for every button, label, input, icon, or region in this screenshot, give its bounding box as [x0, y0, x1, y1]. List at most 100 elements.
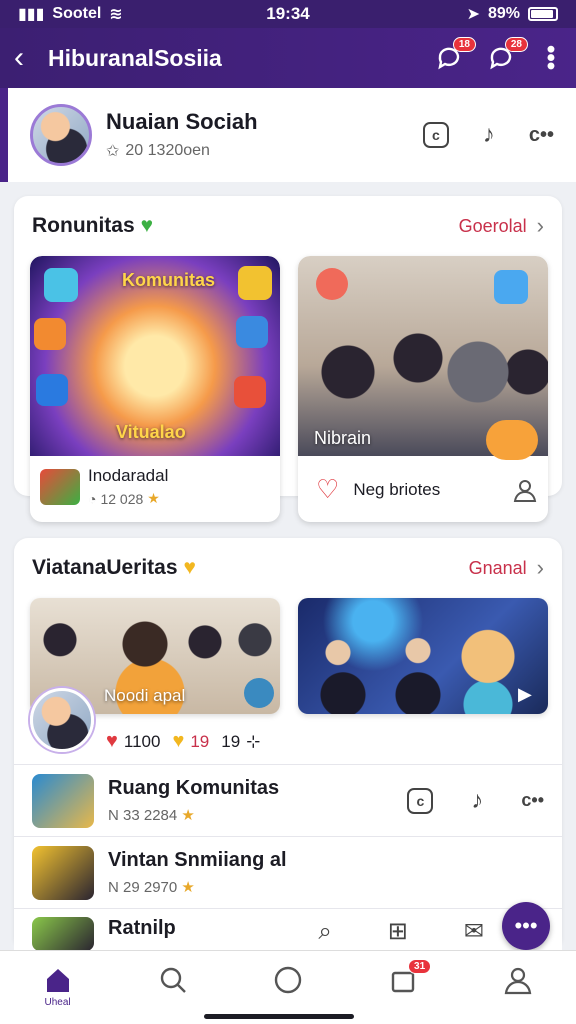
list-title: Ruang Komunitas [108, 777, 280, 799]
notification-badge: 28 [504, 37, 528, 52]
community-card[interactable]: Komunitas Vitualao Inodaradal ◔ 12 028 ★ [30, 256, 280, 522]
list-title: Ratnilp [108, 917, 176, 939]
more-options-icon[interactable]: c•• [521, 790, 544, 811]
community-title: Inodaradal [88, 466, 169, 485]
chevron-right-icon: › [536, 213, 544, 238]
clock-icon: ◔ [88, 490, 97, 507]
nav-profile[interactable] [478, 965, 558, 995]
list-meta-row: N 29 2970 ★ [108, 878, 544, 896]
book-icon[interactable]: ⊞ [388, 917, 408, 946]
list-meta-row: N 33 2284 ★ [108, 806, 407, 824]
card-action-label: Neg briotes [353, 479, 441, 499]
see-all-link[interactable]: Goerolal › [459, 213, 544, 239]
green-heart-icon: ♥ [140, 214, 154, 237]
media-card[interactable]: ▶ [298, 598, 548, 714]
smile-count: 19 [190, 731, 210, 751]
bottom-nav: Uheal 31 [0, 950, 576, 1024]
group-photo [298, 618, 548, 714]
avatar[interactable] [30, 104, 92, 166]
media-avatar[interactable] [30, 688, 94, 752]
carrier-label: Sootel [52, 5, 102, 22]
heart-icon[interactable]: ♥ [106, 730, 118, 753]
profile-followers: 20 1320oen [125, 142, 210, 159]
chat-bubble-icon: ••• [514, 913, 538, 938]
list-thumbnail [32, 845, 94, 900]
chat-bubble-icon [486, 420, 538, 460]
profile-card[interactable]: Nuaian Sociah ✩ 20 1320oen c ♪ c•• [0, 88, 576, 182]
see-all-label: Gnanal [468, 557, 527, 578]
community-overlay-subtitle: Vitualao [116, 422, 186, 442]
media-label: Noodi apal [104, 686, 186, 705]
reactions-row: ♥ 1100 ♥ 19 19 ⊹ [106, 730, 260, 753]
section-title: Ronunitas ♥ [32, 214, 153, 238]
music-note-icon[interactable]: ♪ [471, 787, 483, 815]
list-meta: N 29 2970 [108, 879, 178, 896]
mail-icon[interactable]: ✉ [464, 917, 484, 946]
app-icon [236, 316, 268, 348]
app-icon [234, 376, 266, 408]
more-menu-icon[interactable]: ••• [537, 45, 564, 70]
section-title-text: ViatanaUeritas [32, 556, 178, 579]
community-avatar [40, 468, 80, 505]
app-icon [316, 268, 348, 300]
yellow-heart-icon: ♥ [183, 556, 196, 579]
chat-fab-button[interactable]: ••• [502, 902, 550, 950]
see-all-link[interactable]: Gnanal › [469, 555, 544, 581]
list-thumbnail [32, 917, 94, 950]
nav-home-label: Uheal [44, 997, 71, 1008]
music-note-icon[interactable]: ♪ [483, 121, 495, 149]
home-icon [46, 969, 69, 992]
community-meta: 12 028 [100, 490, 144, 507]
nav-home[interactable]: Uheal [18, 965, 98, 1008]
list-item[interactable]: Ruang Komunitas N 33 2284 ★ c ♪ c•• [14, 764, 562, 836]
star-icon: ★ [181, 879, 195, 896]
smile-icon[interactable]: ♥ [172, 730, 184, 753]
battery-percent: 89% [487, 5, 520, 22]
star-icon: ★ [181, 807, 195, 824]
community-card[interactable]: Nibrain ♡ Neg briotes [298, 256, 548, 522]
app-icon [34, 318, 66, 350]
message-notification-button[interactable]: 28 [486, 37, 528, 73]
community-overlay-title: Komunitas [122, 270, 216, 290]
community-overlay-label: Nibrain [314, 428, 372, 448]
home-indicator [204, 1014, 354, 1019]
search-icon[interactable]: ⌕ [318, 918, 331, 946]
nav-create[interactable] [248, 965, 328, 995]
nav-search[interactable] [133, 965, 213, 995]
camera-icon[interactable] [244, 678, 274, 708]
more-options-icon[interactable]: c•• [529, 124, 554, 147]
notification-badge: 18 [452, 37, 476, 52]
star-icon: ✩ [106, 143, 120, 160]
profile-name: Nuaian Sociah [106, 109, 258, 134]
heart-icon[interactable]: ♡ [316, 474, 339, 505]
chat-icon[interactable]: c [422, 122, 449, 148]
chat-icon[interactable]: c [407, 787, 434, 814]
user-icon [505, 967, 532, 995]
circle-icon [274, 966, 302, 994]
list-item[interactable]: Ratnilp ⌕ ⊞ ✉ [14, 908, 562, 950]
location-icon: ➤ [466, 6, 480, 23]
chat-notification-button[interactable]: 18 [434, 37, 476, 73]
app-icon [238, 266, 272, 300]
chevron-right-icon: › [536, 555, 544, 580]
user-icon[interactable] [512, 477, 538, 503]
status-bar: ▮▮▮ Sootel ≋ 19:34 ➤ 89% [0, 0, 576, 28]
play-icon[interactable]: ▶ [518, 684, 532, 705]
app-icon [44, 268, 78, 302]
back-button[interactable]: ‹ [14, 43, 44, 73]
list-item[interactable]: Vintan Snmiiang al N 29 2970 ★ [14, 836, 562, 908]
see-all-label: Goerolal [458, 215, 527, 236]
list-thumbnail [32, 773, 94, 828]
community-image: Nibrain [298, 256, 548, 460]
nav-notifications[interactable]: 31 [363, 959, 443, 995]
app-title: HiburanalSosiia [48, 44, 222, 71]
share-count: 19 [221, 731, 241, 751]
share-icon[interactable]: ⊹ [246, 732, 260, 752]
status-time: 19:34 [266, 4, 310, 23]
star-icon: ★ [147, 490, 160, 506]
app-icon [36, 374, 68, 406]
heart-count: 1100 [123, 731, 161, 751]
list-title: Vintan Snmiiang al [108, 849, 287, 871]
app-icon [494, 270, 528, 304]
wifi-icon: ≋ [109, 6, 123, 23]
